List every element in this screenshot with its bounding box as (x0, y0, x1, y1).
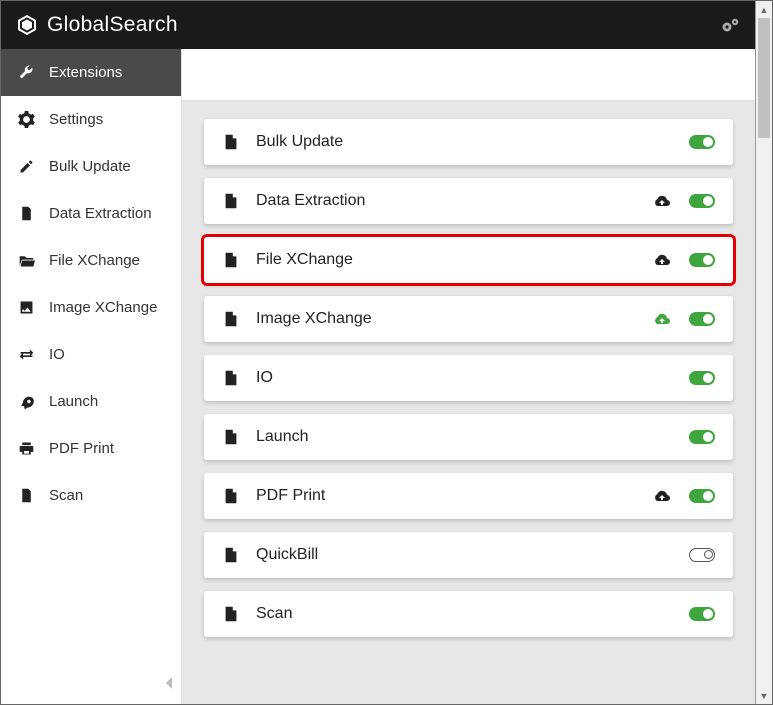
extension-card-launch[interactable]: Launch (204, 414, 733, 460)
sidebar-item-label: PDF Print (49, 440, 114, 457)
document-icon (222, 251, 240, 269)
enable-toggle[interactable] (689, 548, 715, 562)
cloud-download-icon[interactable] (651, 488, 671, 504)
arrows-icon (17, 346, 35, 363)
topbar: GlobalSearch (1, 1, 755, 49)
document-icon (222, 133, 240, 151)
brand-logo-icon (15, 13, 39, 37)
cloud-download-icon[interactable] (651, 311, 671, 327)
wrench-icon (17, 64, 35, 81)
extension-card-io[interactable]: IO (204, 355, 733, 401)
rocket-icon (17, 393, 35, 410)
document-icon (222, 487, 240, 505)
brand-name: GlobalSearch (47, 13, 178, 37)
extension-card-quickbill[interactable]: QuickBill (204, 532, 733, 578)
scroll-down-button[interactable]: ▼ (756, 687, 772, 704)
sidebar-item-label: Extensions (49, 64, 122, 81)
sidebar-collapse-chevron-icon[interactable] (163, 676, 175, 690)
sidebar-item-data-extraction[interactable]: Data Extraction (1, 190, 181, 237)
document-icon (222, 605, 240, 623)
enable-toggle[interactable] (689, 489, 715, 503)
document-icon (222, 369, 240, 387)
main-header (182, 49, 755, 101)
file-lines-icon (17, 205, 35, 222)
sidebar-item-pdf-print[interactable]: PDF Print (1, 425, 181, 472)
settings-gears-icon[interactable] (721, 17, 741, 33)
extension-card-image-xchange[interactable]: Image XChange (204, 296, 733, 342)
document-icon (222, 192, 240, 210)
sidebar-item-bulk-update[interactable]: Bulk Update (1, 143, 181, 190)
main-panel: Bulk Update Data Extraction File XChange Im… (182, 49, 755, 704)
folder-open-icon (17, 252, 35, 269)
enable-toggle[interactable] (689, 607, 715, 621)
sidebar-item-label: Data Extraction (49, 205, 152, 222)
extension-card-pdf-print[interactable]: PDF Print (204, 473, 733, 519)
sidebar-item-label: Bulk Update (49, 158, 131, 175)
enable-toggle[interactable] (689, 135, 715, 149)
window-scrollbar[interactable]: ▲ ▼ (755, 1, 772, 704)
cloud-download-icon[interactable] (651, 193, 671, 209)
enable-toggle[interactable] (689, 194, 715, 208)
brand[interactable]: GlobalSearch (15, 13, 178, 37)
image-icon (17, 299, 35, 316)
scrollbar-thumb[interactable] (758, 18, 770, 138)
extension-label: File XChange (256, 251, 635, 269)
app-window: GlobalSearch Extensions Settings Bulk Upda… (1, 1, 756, 704)
scrollbar-track[interactable] (756, 18, 772, 687)
extension-label: Scan (256, 605, 673, 623)
sidebar-item-io[interactable]: IO (1, 331, 181, 378)
enable-toggle[interactable] (689, 312, 715, 326)
scroll-up-button[interactable]: ▲ (756, 1, 772, 18)
gear-icon (17, 111, 35, 128)
sidebar: Extensions Settings Bulk Update Data Extrac… (1, 49, 182, 704)
edit-icon (17, 158, 35, 175)
sidebar-item-label: Launch (49, 393, 98, 410)
extension-label: Bulk Update (256, 133, 673, 151)
document-icon (222, 428, 240, 446)
sidebar-item-launch[interactable]: Launch (1, 378, 181, 425)
sidebar-item-file-xchange[interactable]: File XChange (1, 237, 181, 284)
extension-card-data-extraction[interactable]: Data Extraction (204, 178, 733, 224)
extension-card-bulk-update[interactable]: Bulk Update (204, 119, 733, 165)
extension-label: PDF Print (256, 487, 635, 505)
sidebar-item-label: Settings (49, 111, 103, 128)
extension-label: Launch (256, 428, 673, 446)
extension-label: Image XChange (256, 310, 635, 328)
sidebar-item-label: Scan (49, 487, 83, 504)
cloud-download-icon[interactable] (651, 252, 671, 268)
document-icon (222, 546, 240, 564)
sidebar-item-extensions[interactable]: Extensions (1, 49, 181, 96)
enable-toggle[interactable] (689, 371, 715, 385)
extension-card-file-xchange[interactable]: File XChange (204, 237, 733, 283)
scan-icon (17, 487, 35, 504)
sidebar-item-scan[interactable]: Scan (1, 472, 181, 519)
print-icon (17, 440, 35, 457)
sidebar-item-label: Image XChange (49, 299, 157, 316)
enable-toggle[interactable] (689, 430, 715, 444)
extension-label: Data Extraction (256, 192, 635, 210)
extension-label: IO (256, 369, 673, 387)
sidebar-item-label: IO (49, 346, 65, 363)
enable-toggle[interactable] (689, 253, 715, 267)
sidebar-item-label: File XChange (49, 252, 140, 269)
extension-card-scan[interactable]: Scan (204, 591, 733, 637)
document-icon (222, 310, 240, 328)
extension-list: Bulk Update Data Extraction File XChange Im… (204, 119, 733, 637)
extension-label: QuickBill (256, 546, 673, 564)
body: Extensions Settings Bulk Update Data Extrac… (1, 49, 755, 704)
sidebar-item-image-xchange[interactable]: Image XChange (1, 284, 181, 331)
sidebar-item-settings[interactable]: Settings (1, 96, 181, 143)
